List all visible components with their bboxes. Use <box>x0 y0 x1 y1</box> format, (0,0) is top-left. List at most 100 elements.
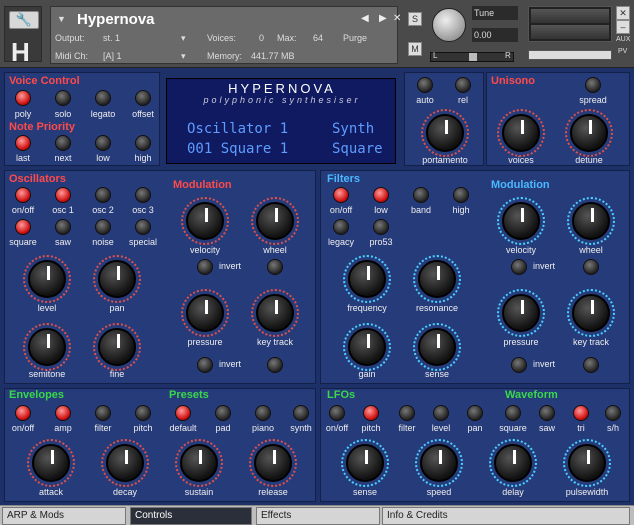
tune-knob[interactable] <box>432 8 466 42</box>
lfo-sense-knob[interactable] <box>346 444 384 482</box>
minimize-icon[interactable]: – <box>616 20 630 34</box>
osc-onoff-button[interactable] <box>15 187 31 203</box>
filter-invert-left-button[interactable] <box>511 259 527 275</box>
tab-info-credits[interactable]: Info & Credits <box>382 507 630 525</box>
osc-invert-left-button[interactable] <box>197 259 213 275</box>
filter-low-button[interactable] <box>373 187 389 203</box>
close-instrument-icon[interactable]: ✕ <box>616 6 630 20</box>
pulsewidth-knob[interactable] <box>568 444 606 482</box>
output-value[interactable]: st. 1 <box>103 33 120 43</box>
resonance-knob[interactable] <box>418 260 456 298</box>
frequency-knob[interactable] <box>348 260 386 298</box>
auto-button[interactable] <box>417 77 433 93</box>
tab-effects[interactable]: Effects <box>256 507 380 525</box>
lfo-level-button[interactable] <box>433 405 449 421</box>
osc-invert-right-button[interactable] <box>267 259 283 275</box>
detune-knob[interactable] <box>570 114 608 152</box>
pro53-button[interactable] <box>373 219 389 235</box>
filter-pressure-knob[interactable] <box>502 294 540 332</box>
voices-knob[interactable] <box>502 114 540 152</box>
osc1-button[interactable] <box>55 187 71 203</box>
sense-knob[interactable] <box>418 328 456 366</box>
filter-invert2-right-button[interactable] <box>583 357 599 373</box>
sustain-knob[interactable] <box>180 444 218 482</box>
mute-button[interactable]: M <box>408 42 422 56</box>
wave-sh-button[interactable] <box>605 405 621 421</box>
prev-instrument-icon[interactable]: ◀ <box>361 13 369 24</box>
env-pitch-button[interactable] <box>135 405 151 421</box>
filter-wheel-knob[interactable] <box>572 202 610 240</box>
pan-slider-thumb[interactable] <box>469 53 477 61</box>
env-amp-button[interactable] <box>55 405 71 421</box>
max-value[interactable]: 64 <box>313 33 323 43</box>
lfo-pitch-button[interactable] <box>363 405 379 421</box>
filter-velocity-knob[interactable] <box>502 202 540 240</box>
instrument-name[interactable]: Hypernova <box>77 11 155 28</box>
menu-arrow-icon[interactable]: ▼ <box>57 14 66 24</box>
aux-label[interactable]: AUX <box>616 36 630 43</box>
tune-value[interactable]: 0.00 <box>472 28 518 42</box>
wave-tri-button[interactable] <box>573 405 589 421</box>
filter-band-button[interactable] <box>413 187 429 203</box>
osc-velocity-knob[interactable] <box>186 202 224 240</box>
attack-knob[interactable] <box>32 444 70 482</box>
osc-pressure-knob[interactable] <box>186 294 224 332</box>
osc-invert2-right-button[interactable] <box>267 357 283 373</box>
env-filter-button[interactable] <box>95 405 111 421</box>
special-button[interactable] <box>135 219 151 235</box>
last-button[interactable] <box>15 135 31 151</box>
preset-default-button[interactable] <box>175 405 191 421</box>
legacy-button[interactable] <box>333 219 349 235</box>
pan-knob[interactable] <box>98 260 136 298</box>
spread-button[interactable] <box>585 77 601 93</box>
osc-wheel-knob[interactable] <box>256 202 294 240</box>
speed-knob[interactable] <box>420 444 458 482</box>
volume-slider[interactable] <box>528 50 612 60</box>
midi-value[interactable]: [A] 1 <box>103 51 122 61</box>
delay-knob[interactable] <box>494 444 532 482</box>
filter-high-button[interactable] <box>453 187 469 203</box>
decay-knob[interactable] <box>106 444 144 482</box>
lfo-onoff-button[interactable] <box>329 405 345 421</box>
filter-invert2-left-button[interactable] <box>511 357 527 373</box>
rel-button[interactable] <box>455 77 471 93</box>
tab-controls[interactable]: Controls <box>130 507 252 525</box>
portamento-knob[interactable] <box>426 114 464 152</box>
solo-mode-button[interactable] <box>55 90 71 106</box>
low-button[interactable] <box>95 135 111 151</box>
high-button[interactable] <box>135 135 151 151</box>
preset-piano-button[interactable] <box>255 405 271 421</box>
fine-knob[interactable] <box>98 328 136 366</box>
pan-slider[interactable]: L R <box>430 51 514 62</box>
wave-saw-button[interactable] <box>539 405 555 421</box>
close-icon[interactable]: ✕ <box>393 13 401 24</box>
preset-synth-button[interactable] <box>293 405 309 421</box>
semitone-knob[interactable] <box>28 328 66 366</box>
legato-button[interactable] <box>95 90 111 106</box>
purge-button[interactable]: Purge <box>343 33 367 43</box>
wave-square-button[interactable] <box>505 405 521 421</box>
pv-label[interactable]: PV <box>618 48 627 55</box>
gain-knob[interactable] <box>348 328 386 366</box>
noise-button[interactable] <box>95 219 111 235</box>
filter-keytrack-knob[interactable] <box>572 294 610 332</box>
offset-button[interactable] <box>135 90 151 106</box>
level-knob[interactable] <box>28 260 66 298</box>
release-knob[interactable] <box>254 444 292 482</box>
preset-pad-button[interactable] <box>215 405 231 421</box>
osc2-button[interactable] <box>95 187 111 203</box>
lfo-pan-button[interactable] <box>467 405 483 421</box>
wrench-icon[interactable]: 🔧 <box>9 11 39 29</box>
lfo-filter-button[interactable] <box>399 405 415 421</box>
square-button[interactable] <box>15 219 31 235</box>
poly-button[interactable] <box>15 90 31 106</box>
filter-invert-right-button[interactable] <box>583 259 599 275</box>
tab-arp-mods[interactable]: ARP & Mods <box>2 507 126 525</box>
output-dropdown-icon[interactable]: ▾ <box>181 33 186 44</box>
next-button[interactable] <box>55 135 71 151</box>
solo-button[interactable]: S <box>408 12 422 26</box>
env-onoff-button[interactable] <box>15 405 31 421</box>
saw-button[interactable] <box>55 219 71 235</box>
osc-invert2-left-button[interactable] <box>197 357 213 373</box>
midi-dropdown-icon[interactable]: ▾ <box>181 51 186 62</box>
